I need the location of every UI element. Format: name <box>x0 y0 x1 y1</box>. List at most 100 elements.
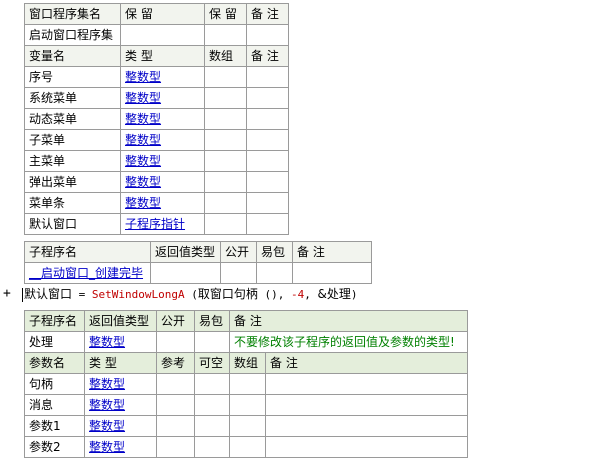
table-row[interactable]: 子菜单 整数型 <box>24 129 289 151</box>
param-remark-cell[interactable] <box>264 373 469 395</box>
param-header-row: 参数名 类 型 参考 可空 数组 备 注 <box>24 352 469 374</box>
var-remark-cell[interactable] <box>246 108 289 130</box>
param-array-cell[interactable] <box>229 373 266 395</box>
handler-remark-cell[interactable]: 不要修改该子程序的返回值及参数的类型! <box>228 331 469 353</box>
table-row[interactable]: 参数2 整数型 <box>24 436 469 458</box>
var-name-cell[interactable]: 默认窗口 <box>24 213 121 235</box>
param-remark-cell[interactable] <box>264 394 469 416</box>
type-link[interactable]: 整数型 <box>89 398 125 412</box>
handler-name-cell[interactable]: 处理 <box>24 331 85 353</box>
assembly-name-header: 窗口程序集名 <box>24 3 121 25</box>
param-ref-cell[interactable] <box>156 394 195 416</box>
param-name-cell[interactable]: 参数2 <box>24 436 85 458</box>
assembly-row[interactable]: 启动窗口程序集 <box>24 24 289 46</box>
param-name-cell[interactable]: 消息 <box>24 394 85 416</box>
expand-plus-icon[interactable]: + <box>3 284 11 304</box>
param-remark-cell[interactable] <box>264 415 469 437</box>
var-name-cell[interactable]: 系统菜单 <box>24 87 121 109</box>
type-link[interactable]: 整数型 <box>89 419 125 433</box>
param-nullable-cell[interactable] <box>194 436 230 458</box>
var-remark-cell[interactable] <box>246 192 289 214</box>
param-array-cell[interactable] <box>229 394 266 416</box>
table-row[interactable]: 句柄 整数型 <box>24 373 469 395</box>
var-array-cell[interactable] <box>204 171 247 193</box>
handler-row[interactable]: 处理 整数型 不要修改该子程序的返回值及参数的类型! <box>24 331 469 353</box>
code-line[interactable]: + 默认窗口 = SetWindowLongA (取窗口句柄 (), -4, &… <box>0 284 601 304</box>
var-remark-header: 备 注 <box>246 45 289 67</box>
var-name-cell[interactable]: 序号 <box>24 66 121 88</box>
param-ref-cell[interactable] <box>156 373 195 395</box>
code-arg2: -4 <box>291 288 305 301</box>
sub-remark-cell[interactable] <box>292 262 372 284</box>
handler-return-type-link[interactable]: 整数型 <box>89 335 125 349</box>
table-row[interactable]: 弹出菜单 整数型 <box>24 171 289 193</box>
param-nullable-cell[interactable] <box>194 373 230 395</box>
var-name-cell[interactable]: 菜单条 <box>24 192 121 214</box>
param-name-cell[interactable]: 句柄 <box>24 373 85 395</box>
type-link[interactable]: 整数型 <box>125 133 161 147</box>
var-name-cell[interactable]: 动态菜单 <box>24 108 121 130</box>
reserved-cell-2[interactable] <box>204 24 247 46</box>
param-array-cell[interactable] <box>229 436 266 458</box>
param-array-cell[interactable] <box>229 415 266 437</box>
var-array-cell[interactable] <box>204 129 247 151</box>
easy-pack-header: 易包 <box>256 241 293 263</box>
type-link[interactable]: 整数型 <box>125 70 161 84</box>
var-array-cell[interactable] <box>204 108 247 130</box>
var-array-cell[interactable] <box>204 150 247 172</box>
type-link[interactable]: 整数型 <box>125 91 161 105</box>
return-type-cell[interactable] <box>150 262 221 284</box>
code-statement[interactable]: 默认窗口 = SetWindowLongA (取窗口句柄 (), -4, &处理… <box>22 284 357 305</box>
type-link[interactable]: 整数型 <box>125 154 161 168</box>
table-row[interactable]: 序号 整数型 <box>24 66 289 88</box>
var-type-cell: 整数型 <box>120 129 205 151</box>
type-link[interactable]: 子程序指针 <box>125 217 185 231</box>
subroutine-row[interactable]: __启动窗口_创建完毕 <box>24 262 372 284</box>
easy-pack-cell[interactable] <box>256 262 293 284</box>
var-remark-cell[interactable] <box>246 171 289 193</box>
param-ref-header: 参考 <box>156 352 195 374</box>
var-remark-cell[interactable] <box>246 213 289 235</box>
type-link[interactable]: 整数型 <box>89 377 125 391</box>
type-link[interactable]: 整数型 <box>125 175 161 189</box>
param-nullable-cell[interactable] <box>194 415 230 437</box>
var-name-cell[interactable]: 子菜单 <box>24 129 121 151</box>
type-link[interactable]: 整数型 <box>89 440 125 454</box>
param-ref-cell[interactable] <box>156 436 195 458</box>
table-row[interactable]: 菜单条 整数型 <box>24 192 289 214</box>
var-array-cell[interactable] <box>204 192 247 214</box>
var-name-cell[interactable]: 弹出菜单 <box>24 171 121 193</box>
var-remark-cell[interactable] <box>246 66 289 88</box>
table-row[interactable]: 默认窗口 子程序指针 <box>24 213 289 235</box>
handler-easypack-cell[interactable] <box>194 331 230 353</box>
table-row[interactable]: 参数1 整数型 <box>24 415 469 437</box>
var-array-cell[interactable] <box>204 213 247 235</box>
var-remark-cell[interactable] <box>246 129 289 151</box>
var-array-cell[interactable] <box>204 66 247 88</box>
type-link[interactable]: 整数型 <box>125 112 161 126</box>
public-cell[interactable] <box>220 262 257 284</box>
var-name-cell[interactable]: 主菜单 <box>24 150 121 172</box>
param-ref-cell[interactable] <box>156 415 195 437</box>
return-type-header: 返回值类型 <box>150 241 221 263</box>
sub-remark-header: 备 注 <box>292 241 372 263</box>
code-func: SetWindowLongA <box>91 288 185 301</box>
assembly-name-cell[interactable]: 启动窗口程序集 <box>24 24 121 46</box>
handler-remark-header: 备 注 <box>228 310 469 332</box>
table-row[interactable]: 系统菜单 整数型 <box>24 87 289 109</box>
table-row[interactable]: 消息 整数型 <box>24 394 469 416</box>
param-nullable-cell[interactable] <box>194 394 230 416</box>
subroutine-name-link[interactable]: __启动窗口_创建完毕 <box>29 266 143 280</box>
remark-cell[interactable] <box>246 24 289 46</box>
param-name-cell[interactable]: 参数1 <box>24 415 85 437</box>
var-remark-cell[interactable] <box>246 150 289 172</box>
table-row[interactable]: 动态菜单 整数型 <box>24 108 289 130</box>
var-remark-cell[interactable] <box>246 87 289 109</box>
reserved-cell-1[interactable] <box>120 24 205 46</box>
type-link[interactable]: 整数型 <box>125 196 161 210</box>
handler-public-cell[interactable] <box>156 331 195 353</box>
table-row[interactable]: 主菜单 整数型 <box>24 150 289 172</box>
param-remark-cell[interactable] <box>264 436 469 458</box>
var-array-cell[interactable] <box>204 87 247 109</box>
sub-name-header: 子程序名 <box>24 241 151 263</box>
